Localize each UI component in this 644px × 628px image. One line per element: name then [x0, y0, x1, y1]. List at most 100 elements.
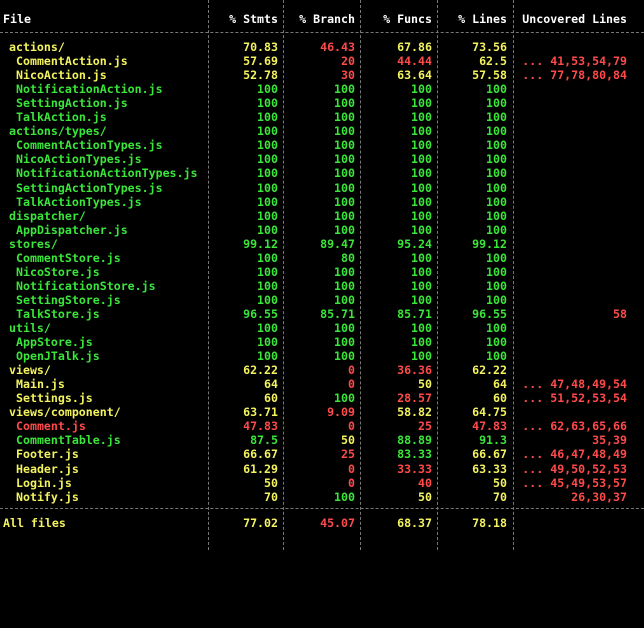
table-row: SettingAction.js 100 100 100 100: [0, 96, 644, 110]
cell-stmts: 100: [257, 264, 278, 279]
cell-branch: 30: [341, 68, 355, 83]
header-row: File % Stmts % Branch % Funcs % Lines Un…: [0, 12, 644, 26]
cell-file: TalkStore.js: [16, 306, 100, 321]
cell-stmts: 64: [264, 377, 278, 392]
cell-funcs: 100: [411, 152, 432, 167]
cell-stmts: 100: [257, 208, 278, 223]
cell-file: SettingAction.js: [16, 96, 128, 111]
cell-stmts: 100: [257, 152, 278, 167]
cell-lines: 100: [486, 349, 507, 364]
cell-stmts: 100: [257, 278, 278, 293]
cell-lines: 100: [486, 124, 507, 139]
table-row: TalkAction.js 100 100 100 100: [0, 110, 644, 124]
table-row: CommentAction.js 57.69 20 44.44 62.5 ... 41,5…: [0, 54, 644, 68]
cell-funcs: 100: [411, 180, 432, 195]
cell-funcs: 100: [411, 250, 432, 265]
cell-stmts: 100: [257, 124, 278, 139]
cell-uncovered: ... 51,52,53,54: [522, 391, 627, 406]
cell-lines: 100: [486, 222, 507, 237]
cell-file: CommentAction.js: [16, 54, 128, 69]
cell-uncovered: [516, 265, 627, 279]
cell-funcs: 88.89: [397, 433, 432, 448]
cell-branch: 89.47: [320, 236, 355, 251]
cell-lines: 64.75: [472, 405, 507, 420]
cell-funcs: 50: [418, 489, 432, 504]
table-row: Header.js 61.29 0 33.33 63.33 ... 49,50,52,53: [0, 462, 644, 476]
cell-lines: 100: [486, 110, 507, 125]
cell-branch: 0: [348, 475, 355, 490]
cell-branch: 100: [334, 391, 355, 406]
cell-stmts: 63.71: [243, 405, 278, 420]
cell-branch: 100: [334, 208, 355, 223]
header-funcs: % Funcs: [383, 12, 432, 26]
cell-stmts: 100: [257, 194, 278, 209]
cell-funcs: 58.82: [397, 405, 432, 420]
cell-stmts: 100: [257, 349, 278, 364]
cell-branch: 9.09: [327, 405, 355, 420]
cell-uncovered: [516, 293, 627, 307]
cell-uncovered: [516, 279, 627, 293]
cell-lines: 70: [493, 489, 507, 504]
cell-stmts: 100: [257, 335, 278, 350]
table-row: utils/100 100 100 100: [0, 321, 644, 335]
cell-file: actions/: [9, 40, 65, 54]
cell-stmts: 100: [257, 166, 278, 181]
cell-file: Login.js: [16, 475, 72, 490]
cell-branch: 100: [334, 335, 355, 350]
cell-funcs: 33.33: [397, 461, 432, 476]
cell-funcs: 100: [411, 321, 432, 335]
cell-funcs: 67.86: [397, 40, 432, 54]
cell-lines: 96.55: [472, 306, 507, 321]
table-row: stores/99.12 89.47 95.24 99.12: [0, 237, 644, 251]
cell-uncovered: [516, 349, 627, 363]
cell-funcs: 40: [418, 475, 432, 490]
cell-lines: 62.22: [472, 363, 507, 378]
table-row: TalkActionTypes.js 100 100 100 100: [0, 195, 644, 209]
cell-stmts: 100: [257, 180, 278, 195]
table-row: Main.js 64 0 50 64 ... 47,48,49,54: [0, 377, 644, 391]
cell-uncovered: [516, 82, 627, 96]
cell-file: AppDispatcher.js: [16, 222, 128, 237]
cell-branch: 100: [334, 264, 355, 279]
cell-stmts: 100: [257, 110, 278, 125]
table-row: CommentStore.js 100 80 100 100: [0, 251, 644, 265]
summary-branch: 45.07: [320, 516, 355, 530]
cell-file: AppStore.js: [16, 335, 93, 350]
cell-stmts: 60: [264, 391, 278, 406]
cell-funcs: 50: [418, 377, 432, 392]
cell-funcs: 100: [411, 194, 432, 209]
cell-funcs: 25: [418, 419, 432, 434]
cell-lines: 50: [493, 475, 507, 490]
cell-lines: 91.3: [479, 433, 507, 448]
summary-stmts: 77.02: [243, 516, 278, 530]
table-row: CommentActionTypes.js 100 100 100 100: [0, 138, 644, 152]
table-row: actions/70.83 46.43 67.86 73.56: [0, 40, 644, 54]
cell-file: views/component/: [9, 405, 121, 420]
table-row: AppStore.js 100 100 100 100: [0, 335, 644, 349]
cell-branch: 0: [348, 377, 355, 392]
cell-lines: 100: [486, 292, 507, 307]
table-row: actions/types/100 100 100 100: [0, 124, 644, 138]
cell-funcs: 100: [411, 110, 432, 125]
table-row: Settings.js 60 100 28.57 60 ... 51,52,53,54: [0, 391, 644, 405]
header-uncovered: Uncovered Lines: [522, 12, 627, 26]
cell-lines: 100: [486, 335, 507, 350]
cell-file: Footer.js: [16, 447, 79, 462]
header-lines: % Lines: [458, 12, 507, 26]
cell-funcs: 100: [411, 278, 432, 293]
cell-funcs: 100: [411, 138, 432, 153]
cell-stmts: 70.83: [243, 40, 278, 54]
cell-uncovered: [516, 110, 627, 124]
cell-branch: 100: [334, 489, 355, 504]
cell-file: NicoActionTypes.js: [16, 152, 142, 167]
cell-stmts: 57.69: [243, 54, 278, 69]
cell-stmts: 100: [257, 292, 278, 307]
cell-funcs: 100: [411, 96, 432, 111]
cell-branch: 100: [334, 278, 355, 293]
cell-file: Comment.js: [16, 419, 86, 434]
table-row: NotificationAction.js 100 100 100 100: [0, 82, 644, 96]
cell-uncovered: [516, 321, 627, 335]
cell-file: dispatcher/: [9, 208, 86, 223]
cell-lines: 100: [486, 278, 507, 293]
cell-file: Settings.js: [16, 391, 93, 406]
